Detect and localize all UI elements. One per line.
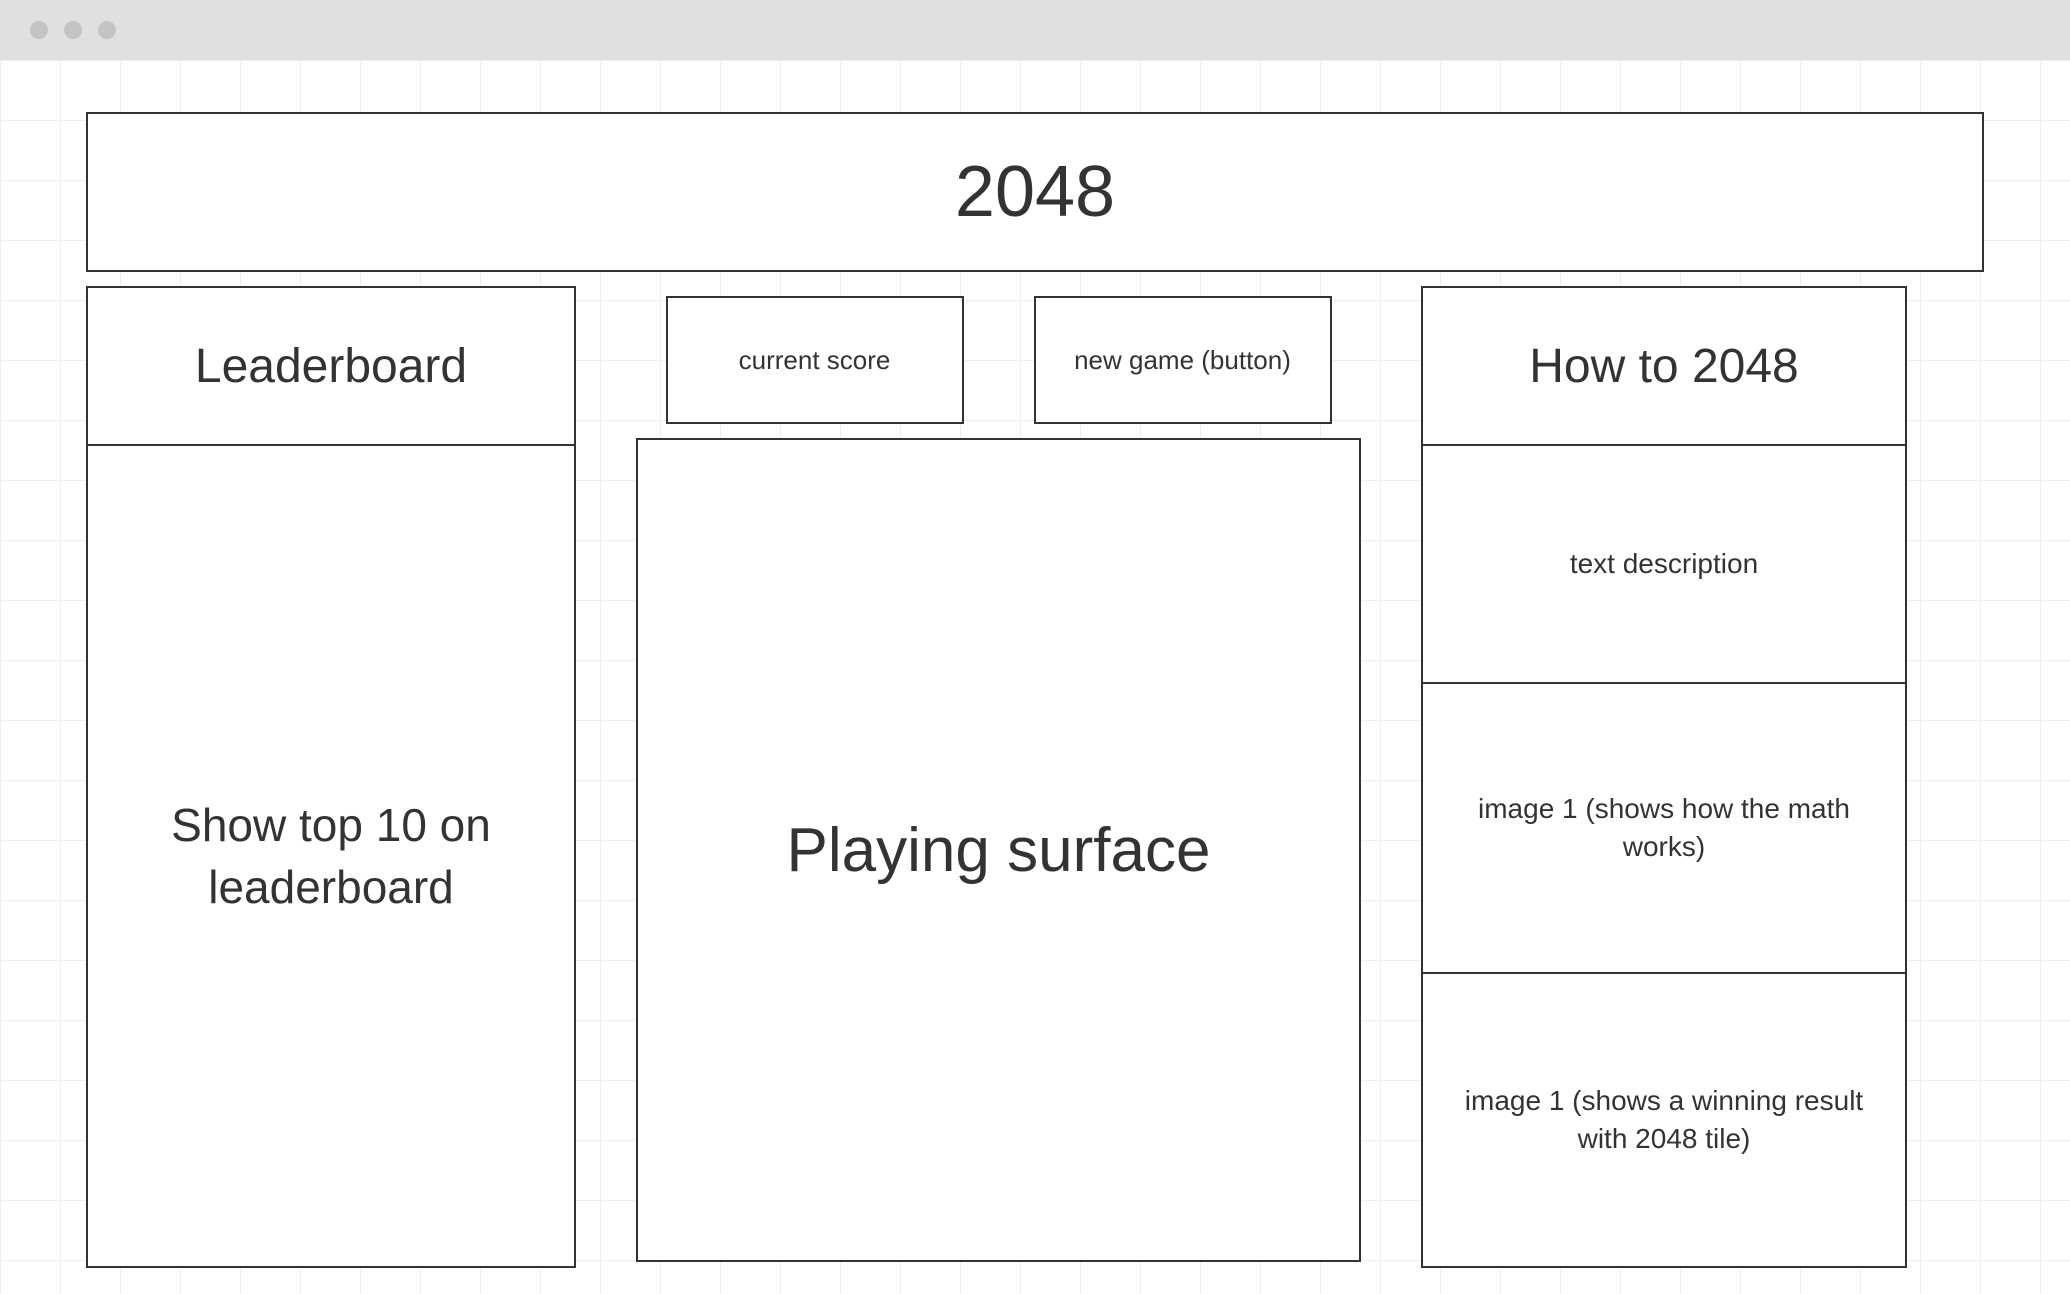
howto-image-math: image 1 (shows how the math works) [1423, 684, 1905, 974]
page-title: 2048 [955, 151, 1115, 233]
wireframe-viewport: 2048 Leaderboard Show top 10 on leaderbo… [0, 60, 2070, 1294]
howto-image-winning: image 1 (shows a winning result with 204… [1423, 974, 1905, 1266]
leaderboard-column: Leaderboard Show top 10 on leaderboard [86, 286, 576, 1268]
leaderboard-body: Show top 10 on leaderboard [86, 446, 576, 1268]
howto-body: text description image 1 (shows how the … [1421, 446, 1907, 1268]
header-panel: 2048 [86, 112, 1984, 272]
window-control-close[interactable] [30, 21, 48, 39]
leaderboard-header: Leaderboard [86, 286, 576, 446]
window-control-maximize[interactable] [98, 21, 116, 39]
leaderboard-body-text: Show top 10 on leaderboard [118, 794, 544, 918]
howto-header: How to 2048 [1421, 286, 1907, 446]
howto-cell-2-text: image 1 (shows how the math works) [1447, 790, 1881, 866]
playing-surface-label: Playing surface [787, 815, 1211, 886]
browser-titlebar [0, 0, 2070, 60]
howto-heading: How to 2048 [1529, 339, 1799, 394]
window-control-minimize[interactable] [64, 21, 82, 39]
current-score-box: current score [666, 296, 964, 424]
new-game-button[interactable]: new game (button) [1034, 296, 1332, 424]
new-game-label: new game (button) [1074, 345, 1291, 376]
howto-column: How to 2048 text description image 1 (sh… [1421, 286, 1907, 1268]
current-score-label: current score [739, 345, 891, 376]
leaderboard-heading: Leaderboard [195, 339, 467, 394]
howto-cell-3-text: image 1 (shows a winning result with 204… [1447, 1082, 1881, 1158]
game-top-row: current score new game (button) [636, 286, 1361, 438]
wireframe-content: 2048 Leaderboard Show top 10 on leaderbo… [86, 112, 1984, 1268]
game-column: current score new game (button) Playing … [636, 286, 1361, 1268]
main-row: Leaderboard Show top 10 on leaderboard c… [86, 286, 1984, 1268]
howto-cell-1-text: text description [1570, 545, 1758, 583]
playing-surface[interactable]: Playing surface [636, 438, 1361, 1262]
howto-text-description: text description [1423, 446, 1905, 684]
